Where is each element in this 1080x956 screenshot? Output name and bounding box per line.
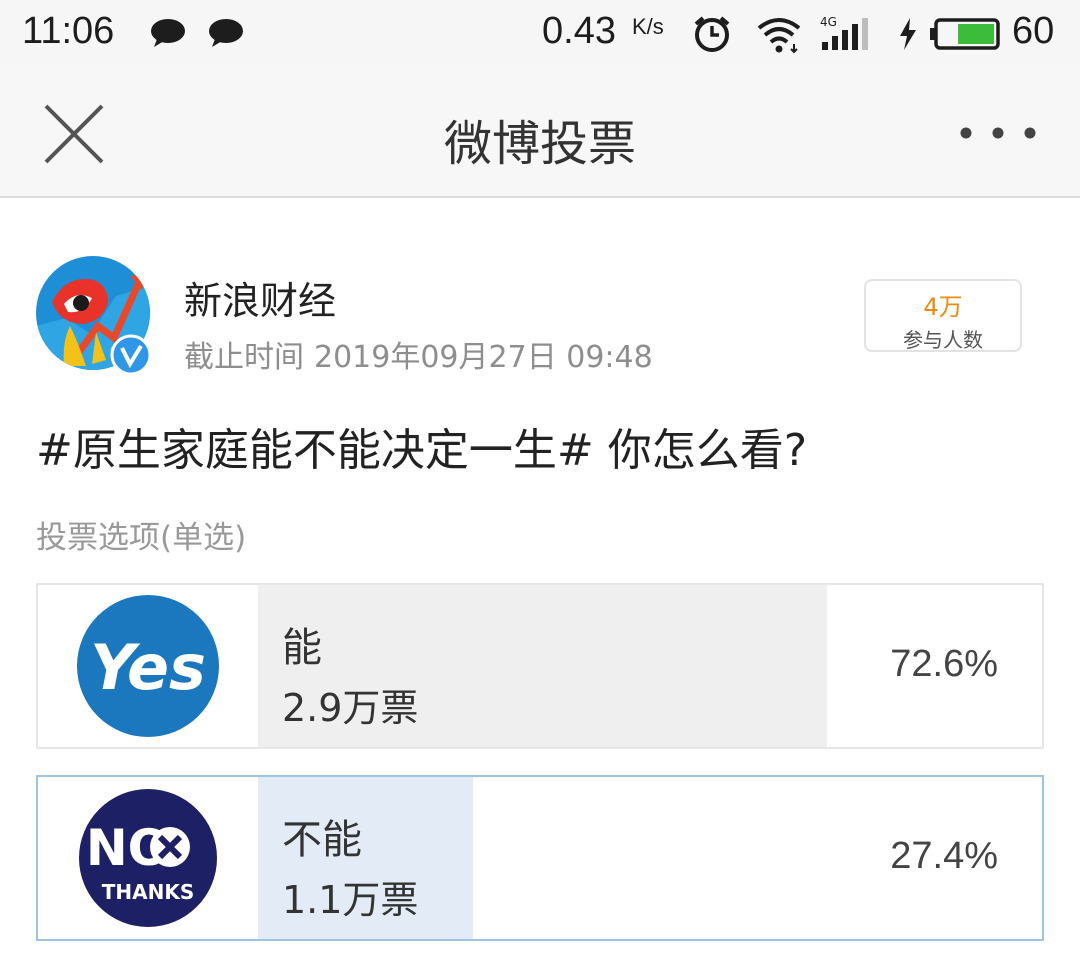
yes-logo: Yes xyxy=(38,585,258,747)
poll-question: #原生家庭能不能决定一生# 你怎么看? xyxy=(36,425,808,476)
poll-option-no[interactable]: NO THANKS 不能 1.1万票 27.4% xyxy=(36,775,1044,941)
signal-type-label: 4G xyxy=(820,15,837,29)
option-percent: 72.6% xyxy=(890,643,998,685)
chat-bubble-icon xyxy=(209,19,243,47)
option-votes: 2.9万票 xyxy=(282,686,419,730)
status-bar: 11:06 0.43 K/s 4G 60 xyxy=(0,0,1080,66)
network-speed: 0.43 xyxy=(542,10,616,52)
option-label: 不能 xyxy=(282,817,362,863)
nav-bar: 微博投票 xyxy=(0,66,1080,198)
more-icon[interactable] xyxy=(958,126,1038,140)
chat-bubble-icon xyxy=(151,19,185,47)
deadline: 截止时间 2019年09月27日 09:48 xyxy=(184,332,653,376)
signal-icon: 4G xyxy=(820,15,868,50)
yes-logo-text: Yes xyxy=(90,631,206,704)
battery-level: 60 xyxy=(1012,10,1055,52)
deadline-label: 截止时间 xyxy=(184,340,304,375)
network-speed-unit: K/s xyxy=(632,14,664,39)
deadline-value: 2019年09月27日 09:48 xyxy=(314,340,653,375)
participants-box: 4万 参与人数 xyxy=(864,279,1022,352)
charging-icon xyxy=(900,18,916,50)
option-votes: 1.1万票 xyxy=(282,878,419,922)
page-title: 微博投票 xyxy=(443,116,636,172)
participants-label: 参与人数 xyxy=(903,328,983,352)
verified-badge-icon xyxy=(110,334,152,376)
thanks-logo-word: THANKS xyxy=(102,880,195,904)
vote-type-label: 投票选项(单选) xyxy=(36,520,247,556)
no-thanks-logo: NO THANKS xyxy=(38,777,258,939)
account-name[interactable]: 新浪财经 xyxy=(184,270,336,325)
status-time: 11:06 xyxy=(22,10,115,52)
wifi-icon xyxy=(757,18,801,54)
alarm-icon xyxy=(694,16,730,52)
option-percent: 27.4% xyxy=(890,835,998,877)
poll-option-yes[interactable]: Yes 能 2.9万票 72.6% xyxy=(36,583,1044,749)
participants-count: 4万 xyxy=(923,293,963,321)
battery-icon xyxy=(930,18,1000,50)
option-label: 能 xyxy=(282,625,322,671)
